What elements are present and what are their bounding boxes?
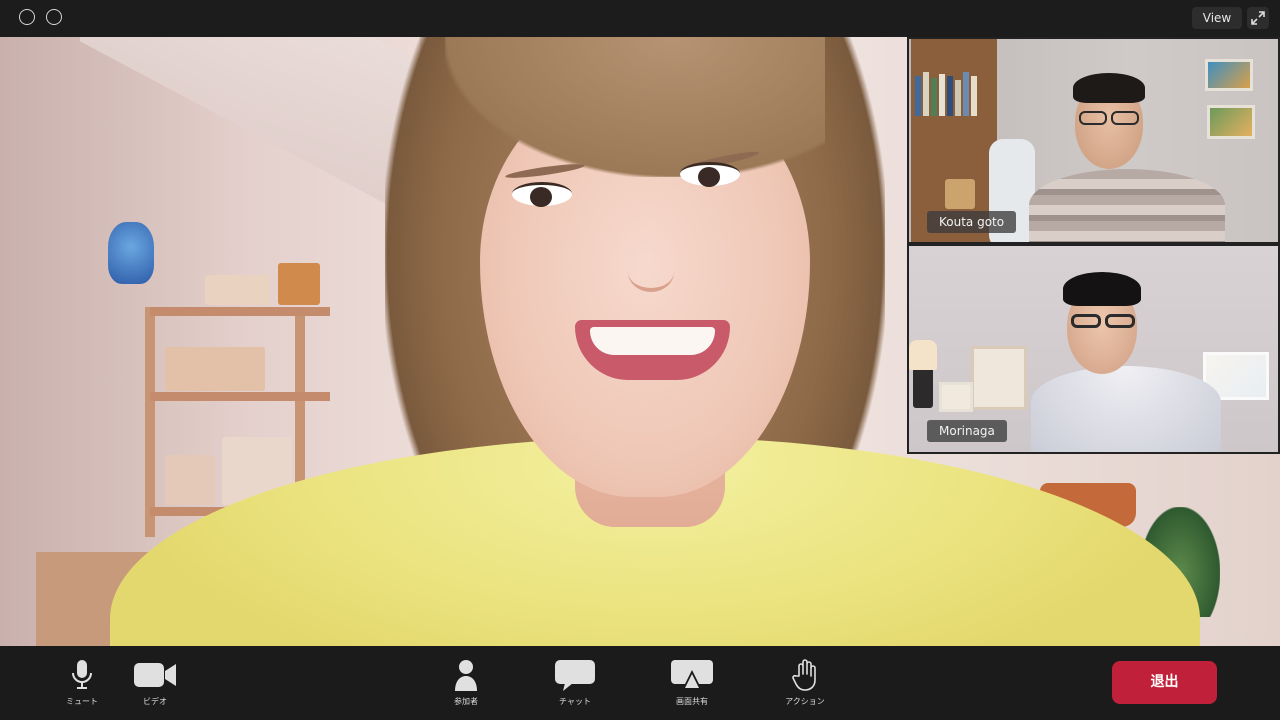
action-label: アクション bbox=[785, 697, 825, 706]
photo-frame bbox=[939, 382, 973, 412]
participant-name-label: Morinaga bbox=[927, 420, 1007, 442]
video-camera-icon bbox=[134, 663, 176, 687]
shelf bbox=[150, 392, 330, 401]
mute-label: ミュート bbox=[66, 697, 98, 706]
eye bbox=[680, 162, 740, 187]
shelf bbox=[150, 307, 330, 316]
picture-frame bbox=[1205, 59, 1253, 91]
participant-tile[interactable]: Kouta goto bbox=[907, 37, 1280, 244]
participant-shirt bbox=[1031, 366, 1221, 452]
picture-frame bbox=[971, 346, 1027, 410]
person-icon bbox=[455, 660, 477, 691]
expand-arrows-icon bbox=[1251, 11, 1265, 25]
storage-box bbox=[165, 455, 215, 505]
chat-bubble-icon bbox=[555, 660, 595, 691]
top-bar: View bbox=[0, 0, 1280, 37]
teeth bbox=[590, 327, 715, 355]
storage-box bbox=[165, 347, 265, 391]
storage-box bbox=[278, 263, 320, 305]
glasses bbox=[1079, 111, 1107, 125]
hanging-lamp bbox=[108, 222, 154, 284]
raise-hand-icon bbox=[792, 659, 816, 691]
lamp-shade bbox=[909, 340, 937, 370]
glasses bbox=[1071, 314, 1101, 328]
storage-box bbox=[205, 275, 270, 305]
glasses bbox=[1111, 111, 1139, 125]
share-screen-button[interactable]: 画面共有 bbox=[666, 658, 718, 707]
chat-label: チャット bbox=[559, 697, 591, 706]
mute-button[interactable]: ミュート bbox=[62, 658, 102, 707]
video-button[interactable]: ビデオ bbox=[130, 658, 180, 707]
video-label: ビデオ bbox=[143, 697, 167, 706]
eye bbox=[512, 182, 572, 207]
nose bbox=[628, 252, 674, 292]
view-button[interactable]: View bbox=[1192, 7, 1242, 29]
chat-button[interactable]: チャット bbox=[550, 658, 600, 707]
window-circle-button[interactable] bbox=[46, 9, 62, 25]
screen-share-icon bbox=[671, 660, 713, 690]
glasses bbox=[1105, 314, 1135, 328]
meeting-toolbar: ミュート ビデオ 参加者 チャット 画面共有 アクション 退出 bbox=[0, 646, 1280, 720]
participant-hair bbox=[1063, 272, 1141, 306]
window-circle-button[interactable] bbox=[19, 9, 35, 25]
participants-button[interactable]: 参加者 bbox=[446, 658, 486, 707]
participants-label: 参加者 bbox=[454, 697, 478, 706]
picture-frame bbox=[1207, 105, 1255, 139]
microphone-icon bbox=[72, 660, 92, 689]
share-label: 画面共有 bbox=[676, 697, 708, 706]
participant-sweater bbox=[1029, 169, 1225, 242]
action-button[interactable]: アクション bbox=[780, 658, 830, 707]
participant-hair bbox=[1073, 73, 1145, 103]
speaker-bangs bbox=[445, 37, 825, 177]
participant-name-label: Kouta goto bbox=[927, 211, 1017, 233]
participant-tile[interactable]: Morinaga bbox=[907, 244, 1280, 454]
fullscreen-button[interactable] bbox=[1247, 7, 1269, 29]
leave-meeting-button[interactable]: 退出 bbox=[1112, 661, 1217, 704]
shelf bbox=[145, 307, 155, 537]
